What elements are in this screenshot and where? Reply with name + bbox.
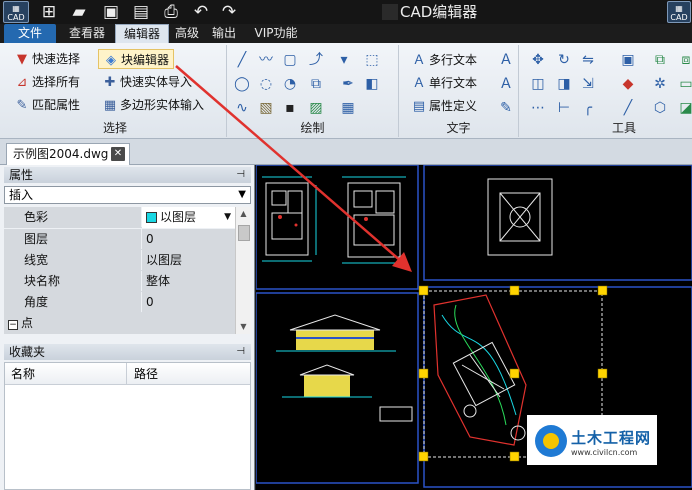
watermark-logo-icon [535, 425, 567, 457]
watermark-title: 土木工程网 [571, 429, 652, 447]
watermark-url: www.civilcn.com [571, 448, 638, 457]
watermark: 土木工程网 www.civilcn.com [527, 415, 657, 465]
